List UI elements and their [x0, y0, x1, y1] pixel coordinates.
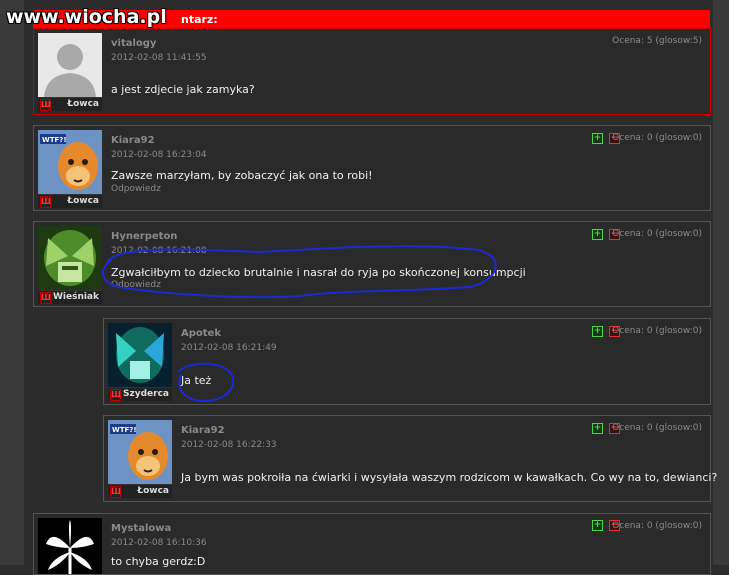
rank-logo-icon: Ш: [110, 486, 121, 498]
comment-author[interactable]: Kiara92: [111, 135, 155, 146]
comment-item: Ш Szyderca Apotek 2012-02-08 16:21:49 Ja…: [103, 318, 711, 405]
lion-avatar-icon: WTF?!: [38, 130, 102, 194]
vote-up-button[interactable]: +: [592, 133, 603, 144]
comment-rating: Ocena: 5 (glosow:5): [612, 36, 702, 46]
comment-author[interactable]: Kiara92: [181, 425, 225, 436]
comment-text: to chyba gerdz:D: [111, 555, 206, 568]
comment-date: 2012-02-08 16:21:08: [111, 246, 207, 256]
left-sidebar: [0, 0, 24, 565]
avatar[interactable]: [38, 518, 102, 574]
avatar[interactable]: WTF?! Ш Łowca: [38, 130, 102, 208]
comment-item: Ш Łowca vitalogy 2012-02-08 11:41:55 a j…: [33, 28, 711, 115]
comment-date: 2012-02-08 11:41:55: [111, 53, 207, 63]
comment-date: 2012-02-08 16:10:36: [111, 538, 207, 548]
user-rank-badge: Ш Wieśniak: [38, 291, 102, 304]
user-rank-badge: Ш Szyderca: [108, 388, 172, 401]
blue-creature-avatar-icon: [108, 323, 172, 387]
avatar[interactable]: WTF?! Ш Łowca: [108, 420, 172, 498]
rank-logo-icon: Ш: [40, 99, 51, 111]
rank-logo-icon: Ш: [40, 292, 51, 304]
comment-rating: Ocena: 0 (glosow:0): [612, 133, 702, 143]
user-rank-badge: Ш Łowca: [108, 485, 172, 498]
vote-up-button[interactable]: +: [592, 229, 603, 240]
lion-avatar-icon: WTF?!: [108, 420, 172, 484]
comment-date: 2012-02-08 16:22:33: [181, 440, 277, 450]
user-rank-badge: Ш Łowca: [38, 98, 102, 111]
reply-link[interactable]: Odpowiedz: [111, 184, 161, 194]
green-creature-avatar-icon: [38, 226, 102, 290]
comment-date: 2012-02-08 16:21:49: [181, 343, 277, 353]
comment-author[interactable]: Hynerpeton: [111, 231, 177, 242]
comment-rating: Ocena: 0 (glosow:0): [612, 326, 702, 336]
avatar[interactable]: Ш Wieśniak: [38, 226, 102, 304]
comment-author[interactable]: vitalogy: [111, 38, 156, 49]
vote-up-button[interactable]: +: [592, 326, 603, 337]
comment-item: WTF?! Ш Łowca Kiara92 2012-02-08 16:22:3…: [103, 415, 717, 502]
comment-rating: Ocena: 0 (glosow:0): [612, 423, 702, 433]
comment-text: Zawsze marzyłam, by zobaczyć jak ona to …: [111, 169, 373, 182]
comment-text: Ja też: [181, 374, 212, 387]
rank-logo-icon: Ш: [110, 389, 121, 401]
comment-author[interactable]: Mystalowa: [111, 523, 171, 534]
comment-rating: Ocena: 0 (glosow:0): [612, 229, 702, 239]
svg-text:WTF?!: WTF?!: [112, 426, 137, 434]
comment-date: 2012-02-08 16:23:04: [111, 150, 207, 160]
comment-text: Zgwałciłbym to dziecko brutalnie i nasra…: [111, 266, 526, 279]
comment-text: a jest zdjecie jak zamyka?: [111, 83, 255, 96]
comment-text: Ja bym was pokroiła na ćwiarki i wysyłał…: [181, 471, 718, 484]
comment-rating: Ocena: 0 (glosow:0): [612, 521, 702, 531]
site-watermark: www.wiocha.pl: [6, 6, 167, 28]
user-rank-badge: Ш Łowca: [38, 195, 102, 208]
vote-up-button[interactable]: +: [592, 520, 603, 531]
vote-up-button[interactable]: +: [592, 423, 603, 434]
comment-item: WTF?! Ш Łowca Kiara92 2012-02-08 16:23:0…: [33, 125, 711, 211]
default-avatar-icon: [38, 33, 102, 97]
comments-header-title: ntarz:: [181, 13, 218, 26]
comment-item: Ш Wieśniak Hynerpeton 2012-02-08 16:21:0…: [33, 221, 711, 307]
avatar[interactable]: Ш Łowca: [38, 33, 102, 111]
avatar[interactable]: Ш Szyderca: [108, 323, 172, 401]
comment-item: Mystalowa 2012-02-08 16:10:36 to chyba g…: [33, 513, 711, 575]
comment-author[interactable]: Apotek: [181, 328, 221, 339]
svg-text:WTF?!: WTF?!: [42, 136, 67, 144]
leaf-avatar-icon: [38, 518, 102, 574]
reply-link[interactable]: Odpowiedz: [111, 280, 161, 290]
rank-logo-icon: Ш: [40, 196, 51, 208]
